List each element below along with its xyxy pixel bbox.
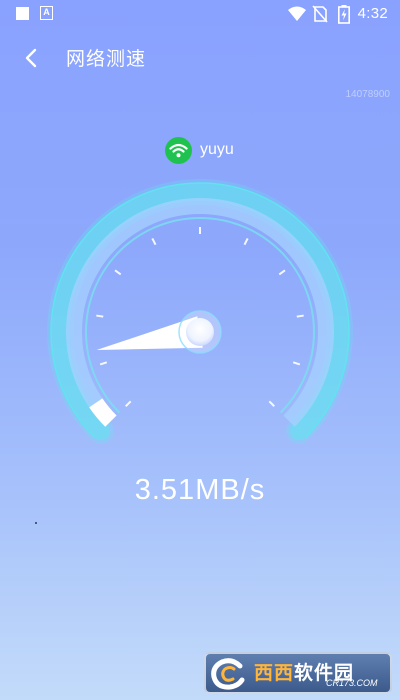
- notification-square-icon: [16, 7, 29, 20]
- gauge-progress: [89, 398, 117, 427]
- watermark-c-icon: [211, 658, 245, 690]
- decorative-dot: [35, 522, 37, 524]
- network-info: yuyu: [165, 136, 234, 164]
- watermark-text-main: 西西: [254, 663, 295, 684]
- speed-unit: MB/s: [195, 474, 266, 506]
- no-sim-icon: [312, 5, 328, 23]
- speed-readout: 3.51MB/s: [0, 474, 400, 507]
- gauge-tick: [96, 314, 104, 318]
- watermark-sub: CR173.COM: [326, 678, 378, 688]
- speed-gauge: [47, 179, 353, 444]
- clock: 4:32: [357, 5, 388, 22]
- gauge-tick: [296, 314, 304, 318]
- gauge-dial: [47, 179, 353, 444]
- a-icon: A: [40, 6, 53, 20]
- gauge-tick: [268, 400, 275, 407]
- gauge-tick: [114, 269, 122, 276]
- gauge-hub: [178, 310, 222, 354]
- status-bar: A 4:32: [0, 0, 400, 28]
- gauge-tick: [125, 400, 132, 407]
- gauge-tick: [278, 269, 286, 276]
- wifi-icon: [288, 6, 306, 21]
- chevron-left-icon: [25, 48, 37, 68]
- back-button[interactable]: [18, 44, 46, 72]
- gauge-tick: [99, 361, 108, 366]
- network-name: yuyu: [200, 141, 234, 158]
- watermark-logo: 西西软件园 CR173.COM: [204, 652, 392, 694]
- battery-charging-icon: [338, 5, 350, 24]
- build-id: 14078900: [345, 89, 391, 100]
- gauge-tick: [151, 237, 157, 246]
- page-title: 网络测速: [66, 49, 147, 70]
- speed-value: 3.51: [134, 474, 196, 506]
- wifi-badge: [165, 136, 192, 164]
- gauge-tick: [292, 361, 301, 366]
- wifi-icon: [169, 143, 188, 157]
- gauge-tick: [243, 237, 249, 246]
